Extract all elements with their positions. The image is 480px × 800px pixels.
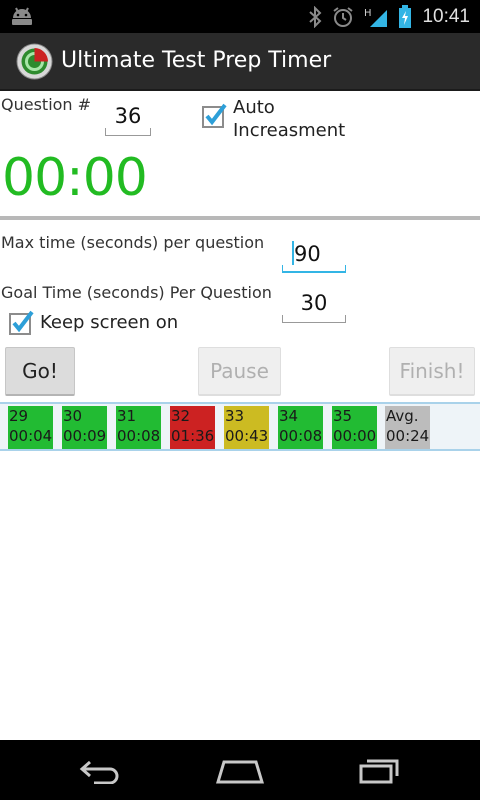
history-cell: 32 01:36 <box>170 406 215 449</box>
question-number-input[interactable]: 36 <box>105 96 151 136</box>
history-cell: 33 00:43 <box>224 406 269 449</box>
navigation-bar <box>0 740 480 800</box>
history-cell: 31 00:08 <box>116 406 161 449</box>
app-title: Ultimate Test Prep Timer <box>61 48 332 73</box>
history-cell: 30 00:09 <box>62 406 107 449</box>
max-time-input[interactable]: 90 <box>282 233 346 273</box>
question-history-strip[interactable]: 29 00:04 30 00:09 31 00:08 32 01:36 33 00:43 … <box>0 402 480 451</box>
auto-increment-checkbox[interactable] <box>202 102 228 128</box>
signal-icon: H <box>364 8 388 27</box>
home-icon[interactable] <box>216 756 264 784</box>
goal-time-input[interactable]: 30 <box>282 283 346 323</box>
question-number-label: Question # <box>1 95 92 114</box>
timer-display: 00:00 <box>2 148 148 208</box>
status-clock: 10:41 <box>422 5 470 27</box>
max-time-label: Max time (seconds) per question <box>1 233 265 252</box>
action-bar: Ultimate Test Prep Timer <box>0 33 480 91</box>
battery-icon <box>399 4 412 28</box>
keep-screen-on-label: Keep screen on <box>40 312 179 333</box>
go-button[interactable]: Go! <box>5 347 75 396</box>
app-logo-icon <box>16 43 53 80</box>
finish-button[interactable]: Finish! <box>389 347 475 396</box>
history-cell: 35 00:00 <box>332 406 377 449</box>
goal-time-label: Goal Time (seconds) Per Question <box>1 283 272 302</box>
back-icon[interactable] <box>78 756 122 784</box>
history-average-cell: Avg. 00:24 <box>385 406 430 449</box>
alarm-icon <box>333 6 354 27</box>
recent-apps-icon[interactable] <box>359 756 403 784</box>
pause-button[interactable]: Pause <box>198 347 281 396</box>
keep-screen-on-checkbox[interactable] <box>9 309 35 335</box>
history-cell: 29 00:04 <box>8 406 53 449</box>
section-divider <box>0 216 480 220</box>
bluetooth-icon <box>309 5 322 28</box>
svg-text:H: H <box>364 8 372 19</box>
status-bar: H 10:41 <box>0 0 480 33</box>
history-cell: 34 00:08 <box>278 406 323 449</box>
auto-increment-label: Auto Increasment <box>233 97 346 141</box>
android-icon <box>12 7 32 25</box>
